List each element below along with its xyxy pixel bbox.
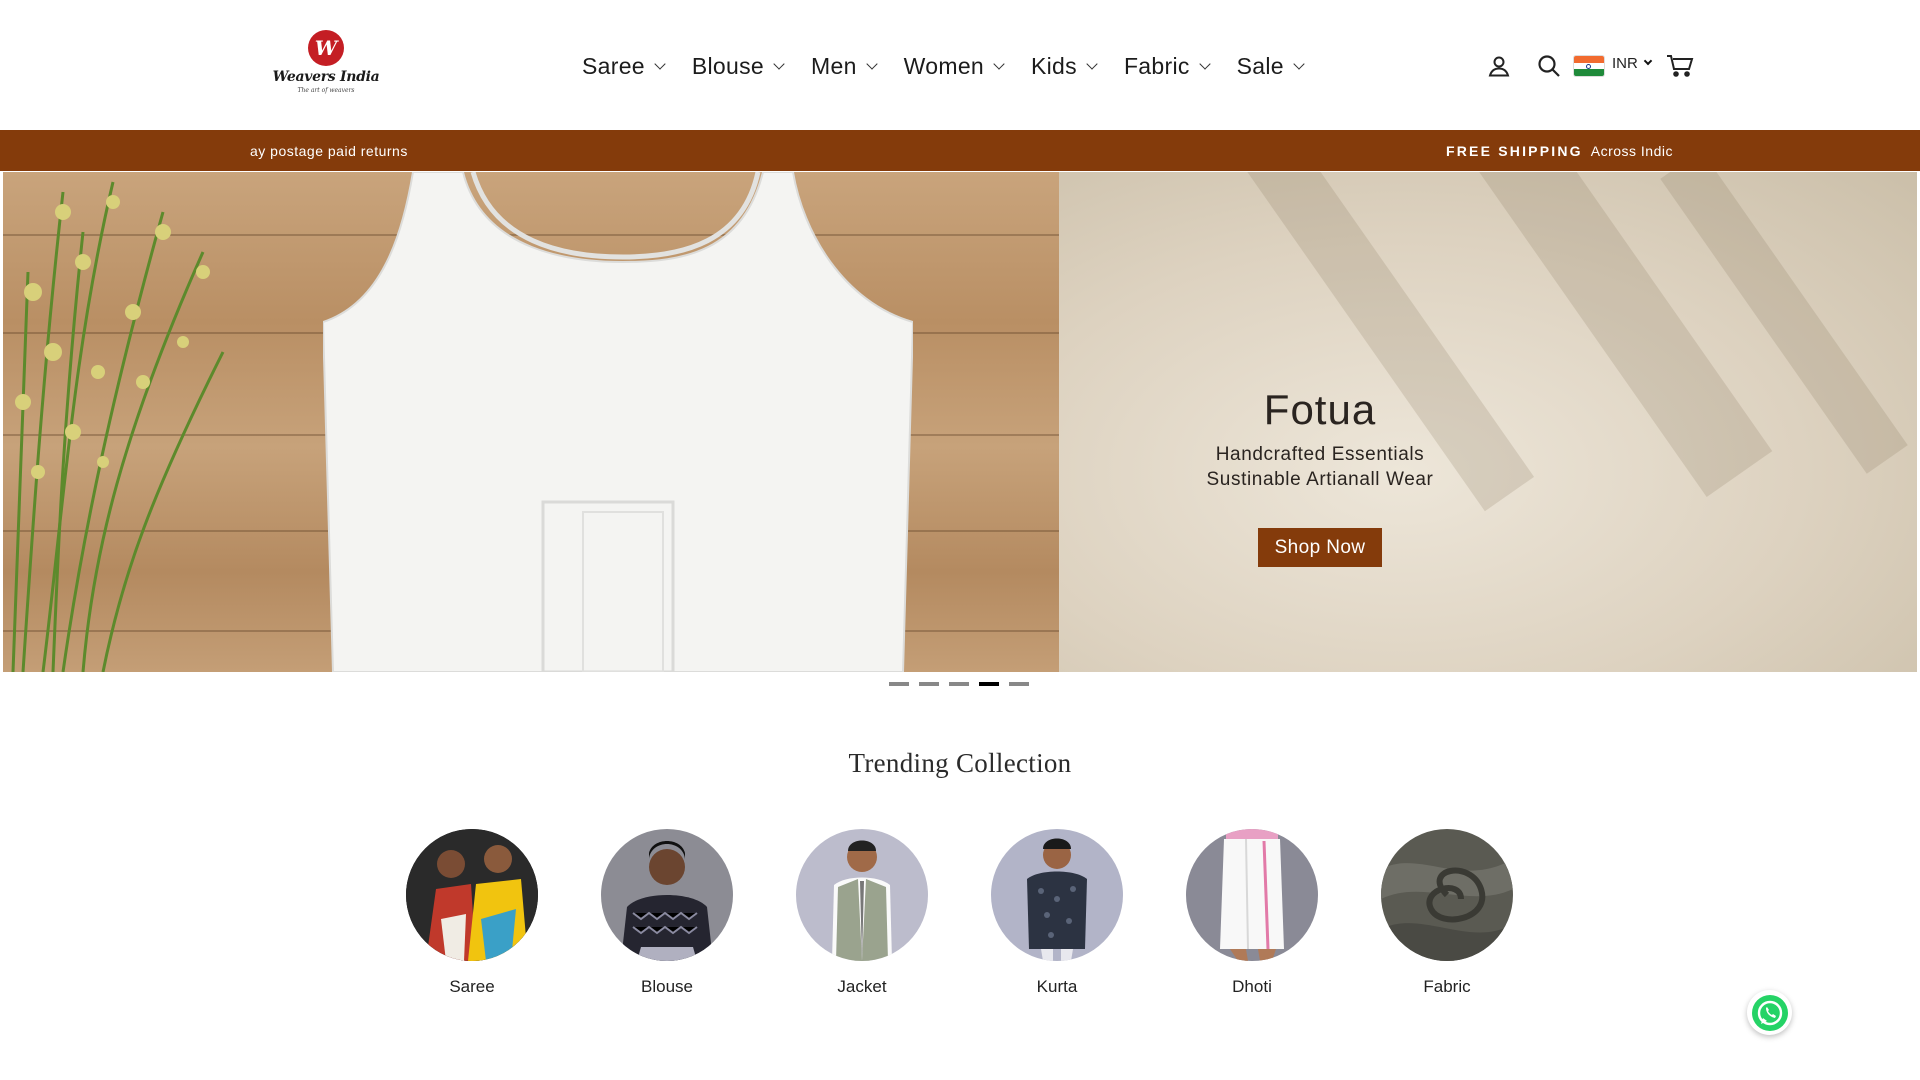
category-blouse[interactable]: Blouse <box>601 829 733 997</box>
nav-item-kids[interactable]: Kids <box>1031 52 1098 80</box>
jacket-image <box>796 829 928 961</box>
hero-subtitle-line1: Handcrafted Essentials <box>1215 444 1425 465</box>
slider-dots <box>889 682 1029 686</box>
search-icon[interactable] <box>1534 54 1564 78</box>
trending-title: Trending Collection <box>848 748 1072 778</box>
hero-slider[interactable]: Fotua Handcrafted Essentials Sustinable … <box>3 172 1917 672</box>
category-label: Dhoti <box>1232 977 1272 996</box>
chevron-down-icon <box>1293 58 1305 70</box>
nav-label: Men <box>811 52 857 79</box>
announcement-shipping: FREE SHIPPING Across Indic <box>1446 143 1673 159</box>
page: W Weavers India The art of weavers Saree… <box>0 0 1920 1080</box>
category-label: Saree <box>449 977 495 996</box>
nav-label: Blouse <box>691 52 765 79</box>
hero-subtitle-line2: Sustinable Artianall Wear <box>1206 469 1434 490</box>
chevron-down-icon <box>866 58 878 70</box>
nav-item-saree[interactable]: Saree <box>582 52 666 80</box>
whatsapp-button[interactable] <box>1747 990 1792 1035</box>
nav-label: Saree <box>582 52 645 79</box>
shop-now-button[interactable]: Shop Now <box>1258 528 1382 567</box>
chevron-down-icon <box>1198 58 1211 70</box>
hero-subtitle: Handcrafted Essentials Sustinable Artian… <box>1180 442 1460 492</box>
nav-item-fabric[interactable]: Fabric <box>1123 52 1211 80</box>
nav-label: Kids <box>1031 52 1077 79</box>
logo-mark: W <box>308 30 344 66</box>
whatsapp-icon <box>1751 994 1788 1031</box>
category-label: Fabric <box>1423 977 1471 996</box>
site-header: W Weavers India The art of weavers Saree… <box>0 0 1920 130</box>
chevron-down-icon <box>1086 58 1098 70</box>
chevron-down-icon <box>654 58 666 70</box>
nav-item-men[interactable]: Men <box>811 52 878 80</box>
nav-item-blouse[interactable]: Blouse <box>691 52 785 80</box>
kurta-image <box>991 829 1123 961</box>
category-label: Kurta <box>1036 977 1078 996</box>
nav-label: Sale <box>1236 52 1284 79</box>
category-kurta[interactable]: Kurta <box>991 829 1123 997</box>
india-flag-icon[interactable] <box>1574 56 1604 76</box>
logo[interactable]: W Weavers India The art of weavers <box>266 30 386 100</box>
slider-dot-1[interactable] <box>889 682 909 686</box>
slider-dot-2[interactable] <box>919 682 939 686</box>
chevron-down-icon <box>993 58 1005 70</box>
category-dhoti[interactable]: Dhoti <box>1186 829 1318 997</box>
slider-dot-5[interactable] <box>1009 682 1029 686</box>
saree-image <box>406 829 538 961</box>
slider-dot-4[interactable] <box>979 682 999 686</box>
chevron-down-icon <box>1643 56 1653 66</box>
chevron-down-icon <box>773 58 785 70</box>
logo-name: Weavers India <box>272 69 380 85</box>
nav-item-sale[interactable]: Sale <box>1236 52 1305 80</box>
currency-selector[interactable]: INR <box>1612 54 1653 72</box>
announcement-shipping-bold: FREE SHIPPING <box>1446 143 1583 159</box>
dhoti-image <box>1186 829 1318 961</box>
category-label: Blouse <box>641 977 693 996</box>
logo-tagline: The art of weavers <box>297 87 355 94</box>
cart-icon[interactable] <box>1665 54 1695 78</box>
fotua-garment-image <box>323 172 913 672</box>
announcement-shipping-text: Across Indic <box>1590 143 1673 159</box>
category-saree[interactable]: Saree <box>406 829 538 997</box>
slider-dot-3[interactable] <box>949 682 969 686</box>
currency-label: INR <box>1612 54 1638 72</box>
nav-label: Fabric <box>1123 52 1190 79</box>
category-fabric[interactable]: Fabric <box>1381 829 1513 997</box>
account-icon[interactable] <box>1484 54 1514 78</box>
header-actions: INR <box>1484 46 1695 86</box>
trending-categories: Saree Blouse Jacket Kurta Dhoti Fabric <box>406 829 1576 997</box>
blouse-image <box>601 829 733 961</box>
plant-image <box>11 181 225 672</box>
nav-label: Women <box>903 52 984 79</box>
category-label: Jacket <box>837 977 887 996</box>
nav-item-women[interactable]: Women <box>903 52 1005 80</box>
announcement-returns: ay postage paid returns <box>250 143 408 159</box>
announcement-bar: ay postage paid returns FREE SHIPPING Acr… <box>0 130 1920 171</box>
main-nav: Saree Blouse Men Women Kids Fabric Sale <box>582 46 1331 86</box>
category-jacket[interactable]: Jacket <box>796 829 928 997</box>
hero-title: Fotua <box>1263 386 1377 433</box>
hero-image-wood <box>3 172 1059 672</box>
fabric-image <box>1381 829 1513 961</box>
